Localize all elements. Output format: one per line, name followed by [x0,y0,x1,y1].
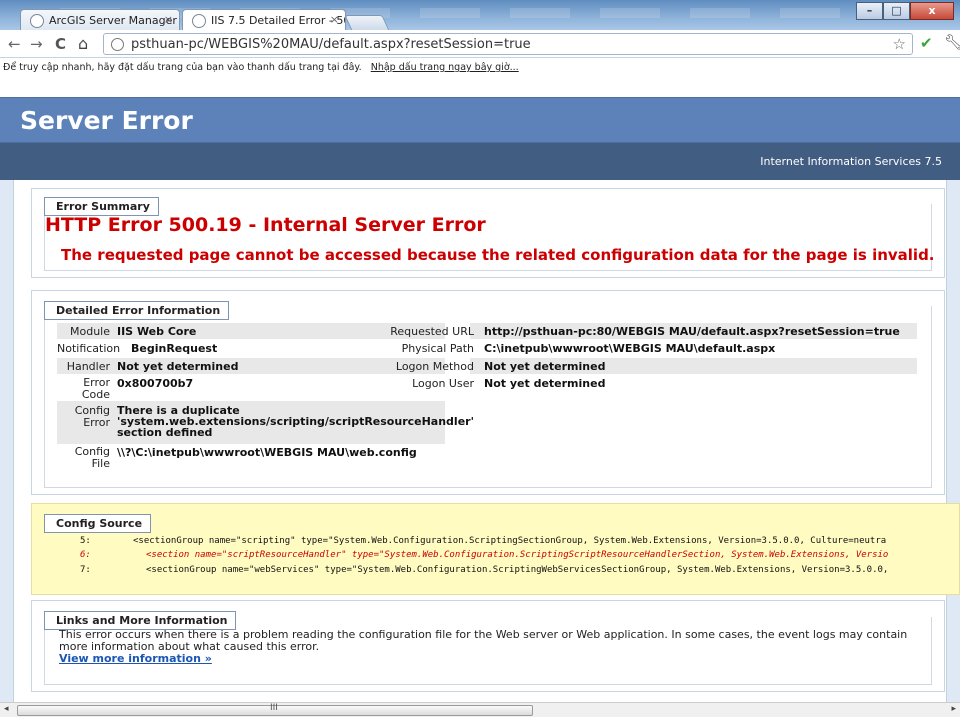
scrollbar-grip: III [270,703,278,713]
detail-label: Config Error [74,404,110,429]
import-bookmarks-link[interactable]: Nhập dấu trang ngay bây giờ... [371,62,519,73]
code-line-number: 7: [80,565,91,575]
code-line-highlighted: <section name="scriptResourceHandler" ty… [146,550,889,560]
reload-icon[interactable]: C [55,35,66,53]
detail-value: 0x800700b7 [117,377,194,390]
detail-label: Notification [57,342,121,355]
detail-label: Requested URL [390,325,474,338]
address-bar[interactable]: psthuan-pc/WEBGIS%20MAU/default.aspx?res… [103,33,913,55]
detail-label: Handler [66,360,110,373]
code-line: <sectionGroup name="scripting" type="Sys… [133,536,887,546]
detail-value: There is a duplicate 'system.web.extensi… [117,404,474,439]
detail-label: Error Code [81,376,110,401]
detail-value: \\?\C:\inetpub\wwwroot\WEBGIS MAU\web.co… [117,446,417,459]
detail-value: Not yet determined [117,360,239,373]
tab-iis-detailed-error[interactable]: IIS 7.5 Detailed Error - 500.1 × [182,9,346,32]
bookmarks-bar: Để truy cập nhanh, hãy đặt dấu trang của… [0,58,960,77]
detail-label: Module [70,325,110,338]
detail-value: C:\inetpub\wwwroot\WEBGIS MAU\default.as… [484,342,776,355]
detail-label: Physical Path [401,342,474,355]
page-top-edge [0,77,960,97]
error-heading: HTTP Error 500.19 - Internal Server Erro… [45,214,486,236]
bookmark-star-icon[interactable]: ☆ [893,35,906,53]
page-info-icon[interactable] [111,38,124,51]
server-version: Internet Information Services 7.5 [760,155,942,168]
forward-arrow-icon[interactable]: → [30,35,43,53]
iis-subheader: Internet Information Services 7.5 [0,143,960,180]
close-tab-icon[interactable]: × [164,13,173,26]
iis-header: Server Error [0,97,960,143]
url-text[interactable]: psthuan-pc/WEBGIS%20MAU/default.aspx?res… [131,37,531,52]
globe-icon [30,14,44,28]
horizontal-scrollbar[interactable]: ◂ III ▸ [0,702,960,717]
close-tab-icon[interactable]: × [330,13,339,26]
bookmark-prompt: Để truy cập nhanh, hãy đặt dấu trang của… [3,62,362,73]
detail-label: Config File [74,445,110,470]
wrench-icon[interactable]: 🔧︎ [944,33,960,51]
globe-icon [192,14,206,28]
config-source-legend: Config Source [44,514,152,533]
tab-arcgis-server-manager[interactable]: ArcGIS Server Manager × [20,9,180,31]
new-tab-button[interactable] [344,15,390,31]
detailed-error-legend: Detailed Error Information [44,301,230,320]
checkmark-icon[interactable]: ✔ [920,34,933,52]
window-controls: – □ x [856,2,954,20]
links-description: This error occurs when there is a proble… [59,628,908,653]
error-message: The requested page cannot be accessed be… [61,246,935,264]
detail-value: Not yet determined [484,377,606,390]
window-titlebar: ArcGIS Server Manager × IIS 7.5 Detailed… [0,0,960,32]
browser-toolbar: ← → C ⌂ psthuan-pc/WEBGIS%20MAU/default.… [0,30,960,58]
close-window-button[interactable]: x [910,2,954,20]
tab-label: IIS 7.5 Detailed Error - 500.1 [211,14,345,27]
page-title: Server Error [20,106,193,135]
detail-value: http://psthuan-pc:80/WEBGIS MAU/default.… [484,325,900,338]
code-line-number: 6: [80,550,91,560]
maximize-button[interactable]: □ [883,2,910,20]
detail-label: Logon User [412,377,474,390]
tab-label: ArcGIS Server Manager [49,14,177,27]
links-text: This error occurs when there is a proble… [59,629,929,665]
config-source-section: Config Source [31,503,960,595]
view-more-information-link[interactable]: View more information » [59,652,212,665]
detail-label: Logon Method [395,360,474,373]
scroll-left-icon[interactable]: ◂ [4,704,9,714]
back-arrow-icon[interactable]: ← [8,35,21,53]
detail-value: IIS Web Core [117,325,197,338]
detailed-error-section: Detailed Error Information [31,290,945,495]
detail-value: Not yet determined [484,360,606,373]
code-line-number: 5: [80,536,91,546]
scroll-right-icon[interactable]: ▸ [951,704,956,714]
home-icon[interactable]: ⌂ [78,34,88,53]
code-line: <sectionGroup name="webServices" type="S… [146,565,889,575]
detail-value: BeginRequest [131,342,218,355]
minimize-button[interactable]: – [856,2,883,20]
